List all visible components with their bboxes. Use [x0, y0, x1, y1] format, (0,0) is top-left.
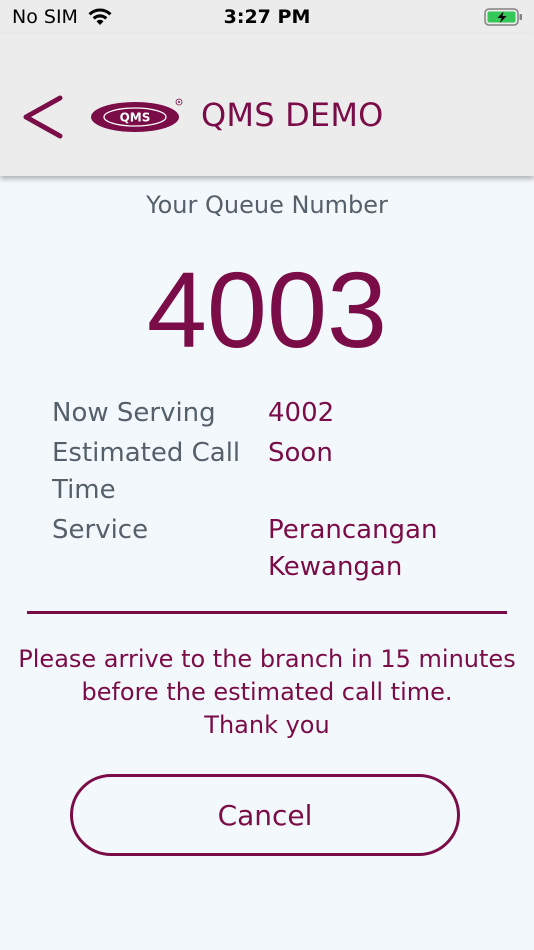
status-time: 3:27 PM: [223, 6, 311, 28]
queue-number: 4003: [146, 249, 388, 370]
logo-text: QMS: [120, 111, 151, 125]
status-bar: No SIM 3:27 PM: [0, 0, 534, 34]
detail-row-estimated-call-time: Estimated Call Time Soon: [52, 435, 492, 509]
queue-number-label: Your Queue Number: [146, 191, 388, 219]
divider: [27, 611, 507, 614]
detail-value: Perancangan Kewangan: [268, 515, 438, 582]
detail-label: Estimated Call Time: [52, 438, 241, 505]
qms-logo: QMS: [91, 98, 183, 132]
queue-details: Now Serving 4002 Estimated Call Time Soo…: [52, 395, 492, 589]
detail-row-now-serving: Now Serving 4002: [52, 395, 492, 432]
arrival-instruction: Please arrive to the branch in 15 minute…: [18, 645, 516, 706]
thank-you-text: Thank you: [204, 711, 330, 739]
back-chevron-icon[interactable]: [18, 92, 68, 142]
app-header: QMS QMS DEMO: [0, 34, 534, 176]
detail-row-service: Service Perancangan Kewangan: [52, 512, 492, 586]
cancel-button[interactable]: Cancel: [70, 774, 460, 856]
detail-label: Service: [52, 515, 149, 545]
detail-value: 4002: [268, 398, 335, 428]
battery-charging-icon: [484, 8, 522, 26]
detail-value: Soon: [268, 438, 333, 468]
detail-label: Now Serving: [52, 398, 216, 428]
app-title: QMS DEMO: [201, 96, 384, 134]
